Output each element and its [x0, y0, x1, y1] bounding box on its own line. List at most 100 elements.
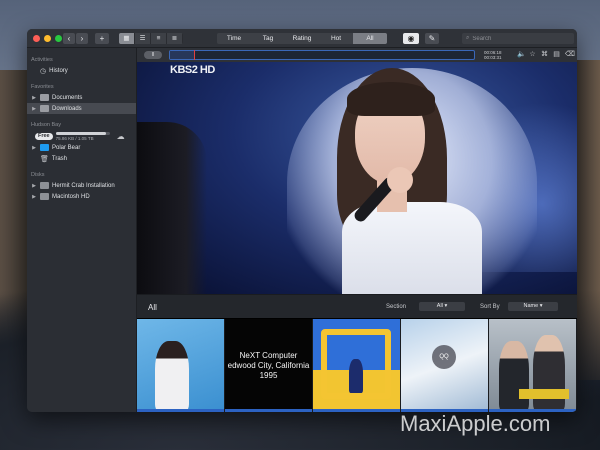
star-icon[interactable]: ☆ — [529, 51, 536, 58]
detail-view-icon[interactable]: ≡ — [151, 33, 167, 44]
remaining-time: 00:03:31 — [484, 55, 502, 60]
play-overlay-icon: QQ — [432, 345, 456, 369]
browser-title: All — [148, 303, 157, 312]
browser-header: All Section All ▾ Sort By Name ▾ — [137, 294, 577, 318]
sidebar-item-label: Documents — [52, 94, 83, 101]
storage-bar-fill — [55, 131, 106, 135]
chevron-left-icon: ‹ — [67, 34, 71, 43]
minimize-window-button[interactable] — [44, 34, 51, 42]
storage-bar — [55, 131, 110, 135]
titlebar: ‹ › + ▦ ☰ ≡ ≣ Time Tag Rating Hot All ◉ … — [27, 29, 577, 48]
section-select[interactable]: All ▾ — [419, 302, 465, 311]
selection-underline — [137, 409, 224, 412]
disclosure-arrow-icon[interactable]: ▶ — [31, 183, 37, 189]
search-input[interactable] — [472, 35, 563, 42]
thumbnail-item[interactable] — [137, 319, 224, 412]
tab-rating[interactable]: Rating — [285, 33, 319, 44]
sortby-select[interactable]: Name ▾ — [508, 302, 558, 311]
time-readout: 00:06:18 00:03:31 — [484, 50, 502, 60]
pencil-icon: ✎ — [428, 34, 436, 43]
grid-view-icon[interactable]: ▦ — [119, 33, 135, 44]
timeline-scrubber[interactable] — [169, 50, 475, 60]
clock-icon: ◷ — [40, 67, 47, 75]
disk-icon — [40, 193, 49, 200]
filter-tabs: Time Tag Rating Hot All — [217, 33, 387, 44]
sidebar-item-label: Macintosh HD — [52, 193, 90, 200]
delete-icon[interactable]: ⌫ — [565, 51, 575, 58]
chevron-down-icon: ▾ — [444, 303, 448, 309]
video-figure-left — [137, 122, 207, 294]
tab-time[interactable]: Time — [217, 33, 251, 44]
sidebar-item-polar-bear[interactable]: ▶ Polar Bear — [27, 142, 136, 153]
sidebar-item-trash[interactable]: 🗑 Trash — [27, 153, 136, 164]
sidebar-section-disks: Disks — [31, 172, 45, 178]
sidebar-item-documents[interactable]: ▶ Documents — [27, 92, 136, 103]
eye-icon: ◉ — [407, 34, 415, 43]
broadcaster-logo: KBS2 HD — [170, 64, 215, 76]
sidebar-item-macintosh-hd[interactable]: ▶ Macintosh HD — [27, 191, 136, 202]
video-preview[interactable]: KBS2 HD — [137, 62, 577, 294]
sidebar-item-label: Downloads — [52, 105, 82, 112]
list-view-icon[interactable]: ☰ — [135, 33, 151, 44]
pause-button[interactable]: II — [144, 51, 162, 59]
view-mode-control: ▦ ☰ ≡ ≣ — [119, 33, 183, 44]
player-actions: 🔈 ☆ ⌘ ▤ ⌫ — [517, 51, 575, 58]
section-label: Section — [386, 304, 407, 310]
disclosure-arrow-icon[interactable]: ▶ — [31, 106, 37, 112]
search-field[interactable]: ⌕ — [462, 33, 574, 44]
preview-button[interactable]: ◉ — [403, 33, 419, 44]
window-controls — [33, 34, 62, 42]
disk-icon — [40, 182, 49, 189]
edit-button[interactable]: ✎ — [425, 33, 439, 44]
folder-icon — [40, 144, 49, 151]
sidebar-section-activities: Activities — [31, 57, 53, 63]
disclosure-arrow-icon[interactable]: ▶ — [31, 95, 37, 101]
sidebar-item-history[interactable]: ◷ History — [27, 65, 136, 76]
search-icon: ⌕ — [466, 35, 470, 41]
tab-all[interactable]: All — [353, 33, 387, 44]
sidebar: Activities ◷ History Favorites ▶ Documen… — [27, 48, 137, 412]
thumbnail-item[interactable]: NeXT Computer edwood City, California 19… — [225, 319, 312, 412]
close-window-button[interactable] — [33, 34, 40, 42]
back-button[interactable]: ‹ — [63, 33, 75, 44]
selection-underline — [313, 409, 400, 412]
add-button[interactable]: + — [95, 33, 109, 44]
trash-icon: 🗑 — [40, 155, 49, 163]
sidebar-item-label: History — [49, 67, 68, 74]
player-controls: II 00:06:18 00:03:31 🔈 ☆ ⌘ ▤ ⌫ — [137, 48, 577, 62]
chevron-down-icon: ▾ — [539, 303, 543, 309]
sidebar-item-hermit-crab[interactable]: ▶ Hermit Crab Installation — [27, 180, 136, 191]
tag-icon[interactable]: ⌘ — [541, 51, 548, 58]
thumbnail-item[interactable] — [313, 319, 400, 412]
column-view-icon[interactable]: ≣ — [167, 33, 183, 44]
sidebar-section-favorites: Favorites — [31, 84, 54, 90]
thumbnail-grid: NeXT Computer edwood City, California 19… — [137, 319, 577, 412]
volume-icon[interactable]: 🔈 — [517, 51, 526, 58]
thumbnail-caption: edwood City, California — [227, 360, 310, 370]
watermark: MaxiApple.com — [400, 411, 551, 436]
sidebar-item-label: Trash — [51, 155, 68, 162]
storage-usage: Free 75.86 KB / 1.05 TB ☁ — [27, 130, 136, 142]
main-content: II 00:06:18 00:03:31 🔈 ☆ ⌘ ▤ ⌫ KBS2 HD A… — [137, 48, 577, 412]
folder-icon — [40, 105, 49, 112]
sidebar-section-hudson-bay: Hudson Bay — [31, 122, 61, 128]
tab-tag[interactable]: Tag — [251, 33, 285, 44]
disclosure-arrow-icon[interactable]: ▶ — [31, 145, 37, 151]
cloud-icon: ☁ — [116, 131, 125, 141]
zoom-window-button[interactable] — [55, 34, 62, 42]
thumbnail-item[interactable]: QQ — [401, 319, 488, 412]
note-icon[interactable]: ▤ — [553, 51, 560, 58]
sidebar-item-label: Polar Bear — [52, 144, 81, 151]
app-window: ‹ › + ▦ ☰ ≡ ≣ Time Tag Rating Hot All ◉ … — [27, 29, 577, 412]
folder-icon — [40, 94, 49, 101]
selection-underline — [225, 409, 312, 412]
thumbnail-caption: NeXT Computer — [239, 350, 298, 360]
sidebar-item-downloads[interactable]: ▶ Downloads — [27, 103, 136, 114]
storage-text: 75.86 KB / 1.05 TB — [55, 135, 94, 141]
forward-button[interactable]: › — [76, 33, 88, 44]
disclosure-arrow-icon[interactable]: ▶ — [31, 194, 37, 200]
tab-hot[interactable]: Hot — [319, 33, 353, 44]
playhead[interactable] — [194, 50, 196, 60]
timeline-progress — [170, 51, 195, 59]
thumbnail-item[interactable] — [489, 319, 576, 412]
